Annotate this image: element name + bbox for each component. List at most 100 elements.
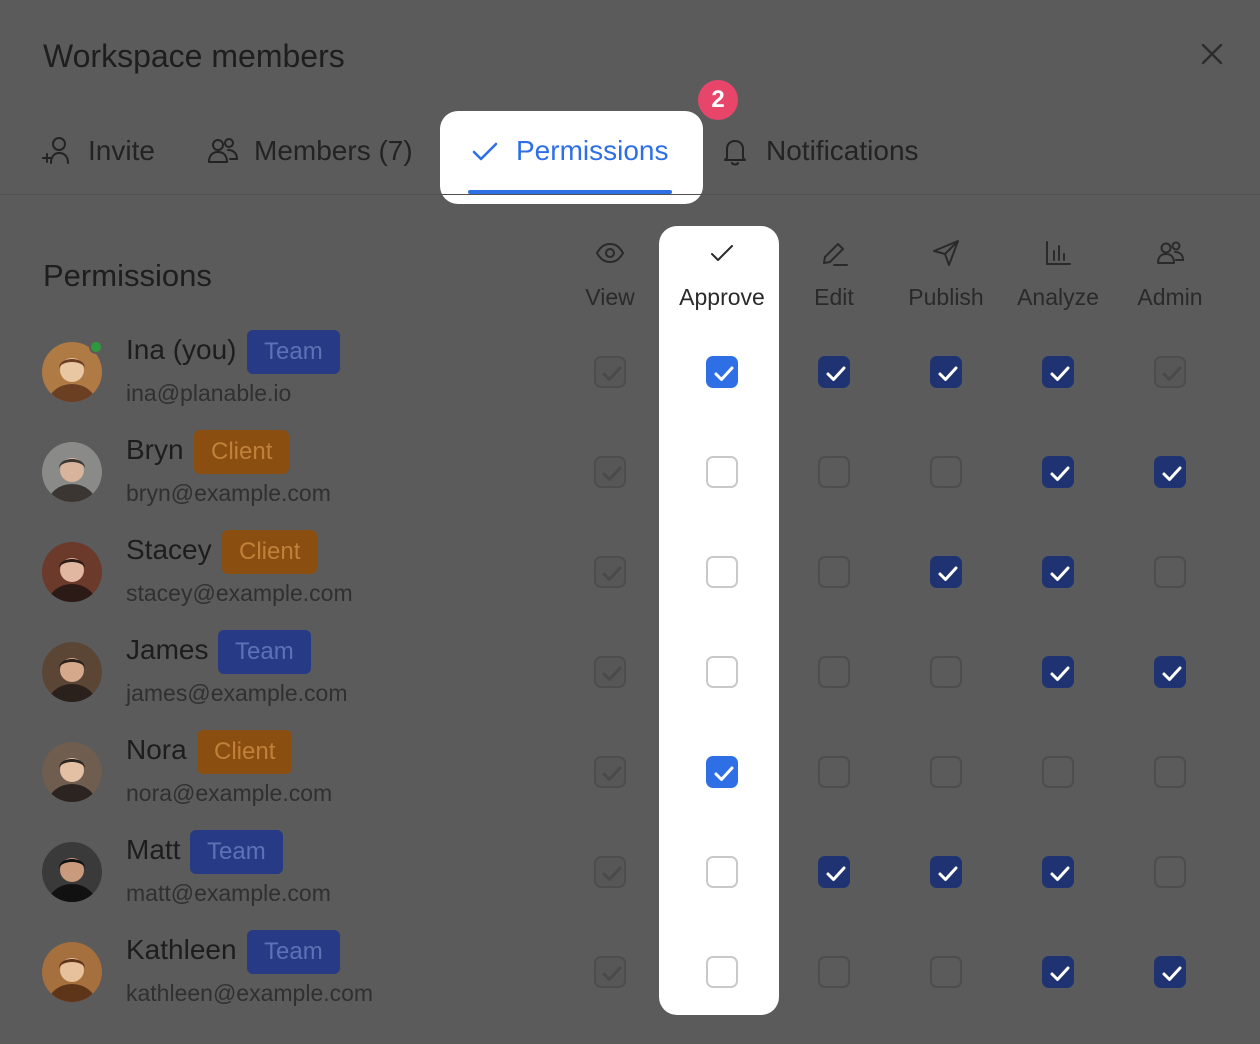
column-header-view: View bbox=[554, 234, 666, 311]
checkbox-view[interactable] bbox=[594, 456, 626, 488]
role-badge: Team bbox=[247, 330, 340, 374]
role-badge: Team bbox=[190, 830, 283, 874]
member-email: ina@planable.io bbox=[126, 380, 292, 406]
column-header-publish: Publish bbox=[890, 234, 1002, 311]
checkbox-view[interactable] bbox=[594, 356, 626, 388]
checkmark-icon bbox=[1162, 366, 1182, 381]
column-label-view: View bbox=[585, 284, 635, 310]
modal-title: Workspace members bbox=[43, 38, 345, 74]
member-row: Stacey Client stacey@example.com bbox=[0, 530, 1260, 630]
checkbox-view[interactable] bbox=[594, 556, 626, 588]
check-icon bbox=[711, 245, 733, 261]
member-row: Matt Team matt@example.com bbox=[0, 830, 1260, 930]
checkbox-edit[interactable] bbox=[818, 756, 850, 788]
checkmark-icon bbox=[1050, 866, 1070, 881]
checkbox-view[interactable] bbox=[594, 856, 626, 888]
tab-notifications[interactable]: Notifications bbox=[718, 128, 919, 174]
checkmark-icon bbox=[826, 366, 846, 381]
checkbox-publish[interactable] bbox=[930, 856, 962, 888]
checkbox-publish[interactable] bbox=[930, 656, 962, 688]
member-name: Stacey bbox=[126, 534, 212, 565]
member-email: bryn@example.com bbox=[126, 480, 331, 506]
checkbox-publish[interactable] bbox=[930, 456, 962, 488]
role-badge: Client bbox=[222, 530, 318, 574]
checkbox-approve[interactable] bbox=[706, 656, 738, 688]
checkbox-publish[interactable] bbox=[930, 756, 962, 788]
checkbox-edit[interactable] bbox=[818, 556, 850, 588]
checkbox-edit[interactable] bbox=[818, 356, 850, 388]
avatar bbox=[42, 642, 102, 702]
checkbox-approve[interactable] bbox=[706, 756, 738, 788]
eye-icon bbox=[595, 242, 625, 264]
step-badge: 2 bbox=[698, 80, 738, 120]
checkmark-icon bbox=[602, 366, 622, 381]
avatar bbox=[42, 542, 102, 602]
checkbox-publish[interactable] bbox=[930, 556, 962, 588]
checkbox-approve[interactable] bbox=[706, 556, 738, 588]
tab-invite[interactable]: Invite bbox=[40, 128, 155, 174]
checkbox-approve[interactable] bbox=[706, 956, 738, 988]
checkbox-view[interactable] bbox=[594, 656, 626, 688]
checkmark-icon bbox=[938, 566, 958, 581]
checkbox-publish[interactable] bbox=[930, 356, 962, 388]
checkbox-edit[interactable] bbox=[818, 856, 850, 888]
checkbox-approve[interactable] bbox=[706, 456, 738, 488]
checkbox-admin[interactable] bbox=[1154, 456, 1186, 488]
tab-members[interactable]: Members (7) bbox=[206, 128, 413, 174]
member-name: Bryn bbox=[126, 434, 184, 465]
checkbox-publish[interactable] bbox=[930, 956, 962, 988]
checkbox-edit[interactable] bbox=[818, 456, 850, 488]
checkmark-icon bbox=[938, 366, 958, 381]
column-header-analyze: Analyze bbox=[1002, 234, 1114, 311]
checkmark-icon bbox=[602, 766, 622, 781]
member-email: nora@example.com bbox=[126, 780, 333, 806]
tab-permissions[interactable]: Permissions bbox=[468, 128, 668, 174]
checkbox-approve[interactable] bbox=[706, 356, 738, 388]
avatar bbox=[42, 742, 102, 802]
checkbox-approve[interactable] bbox=[706, 856, 738, 888]
role-badge: Client bbox=[197, 730, 293, 774]
column-label-admin: Admin bbox=[1137, 284, 1203, 310]
user-plus-icon bbox=[42, 137, 69, 164]
checkbox-edit[interactable] bbox=[818, 956, 850, 988]
checkbox-view[interactable] bbox=[594, 756, 626, 788]
checkbox-analyze[interactable] bbox=[1042, 856, 1074, 888]
checkbox-admin[interactable] bbox=[1154, 756, 1186, 788]
checkmark-icon bbox=[1162, 466, 1182, 481]
close-button[interactable] bbox=[1196, 38, 1228, 70]
checkbox-analyze[interactable] bbox=[1042, 756, 1074, 788]
checkbox-admin[interactable] bbox=[1154, 656, 1186, 688]
column-label-approve: Approve bbox=[679, 284, 765, 310]
member-name: James bbox=[126, 634, 209, 665]
checkmark-icon bbox=[602, 866, 622, 881]
checkbox-admin[interactable] bbox=[1154, 356, 1186, 388]
checkbox-edit[interactable] bbox=[818, 656, 850, 688]
role-badge: Team bbox=[247, 930, 340, 974]
checkmark-icon bbox=[938, 866, 958, 881]
member-name: Kathleen bbox=[126, 934, 237, 965]
member-row: James Team james@example.com bbox=[0, 630, 1260, 730]
users-icon bbox=[208, 138, 239, 163]
checkmark-icon bbox=[1050, 966, 1070, 981]
tab-notifications-label: Notifications bbox=[766, 135, 919, 166]
member-email: stacey@example.com bbox=[126, 580, 353, 606]
checkbox-analyze[interactable] bbox=[1042, 956, 1074, 988]
checkbox-admin[interactable] bbox=[1154, 556, 1186, 588]
checkmark-icon bbox=[714, 366, 734, 381]
column-header-approve: Approve bbox=[666, 234, 778, 311]
checkmark-icon bbox=[1050, 366, 1070, 381]
checkbox-analyze[interactable] bbox=[1042, 356, 1074, 388]
checkmark-icon bbox=[826, 866, 846, 881]
column-label-publish: Publish bbox=[908, 284, 984, 310]
checkbox-view[interactable] bbox=[594, 956, 626, 988]
checkbox-analyze[interactable] bbox=[1042, 556, 1074, 588]
checkbox-analyze[interactable] bbox=[1042, 456, 1074, 488]
checkbox-analyze[interactable] bbox=[1042, 656, 1074, 688]
column-header-edit: Edit bbox=[778, 234, 890, 311]
users-icon bbox=[1157, 241, 1185, 264]
checkmark-icon bbox=[714, 766, 734, 781]
member-row: Nora Client nora@example.com bbox=[0, 730, 1260, 830]
member-row: Bryn Client bryn@example.com bbox=[0, 430, 1260, 530]
checkbox-admin[interactable] bbox=[1154, 956, 1186, 988]
checkbox-admin[interactable] bbox=[1154, 856, 1186, 888]
